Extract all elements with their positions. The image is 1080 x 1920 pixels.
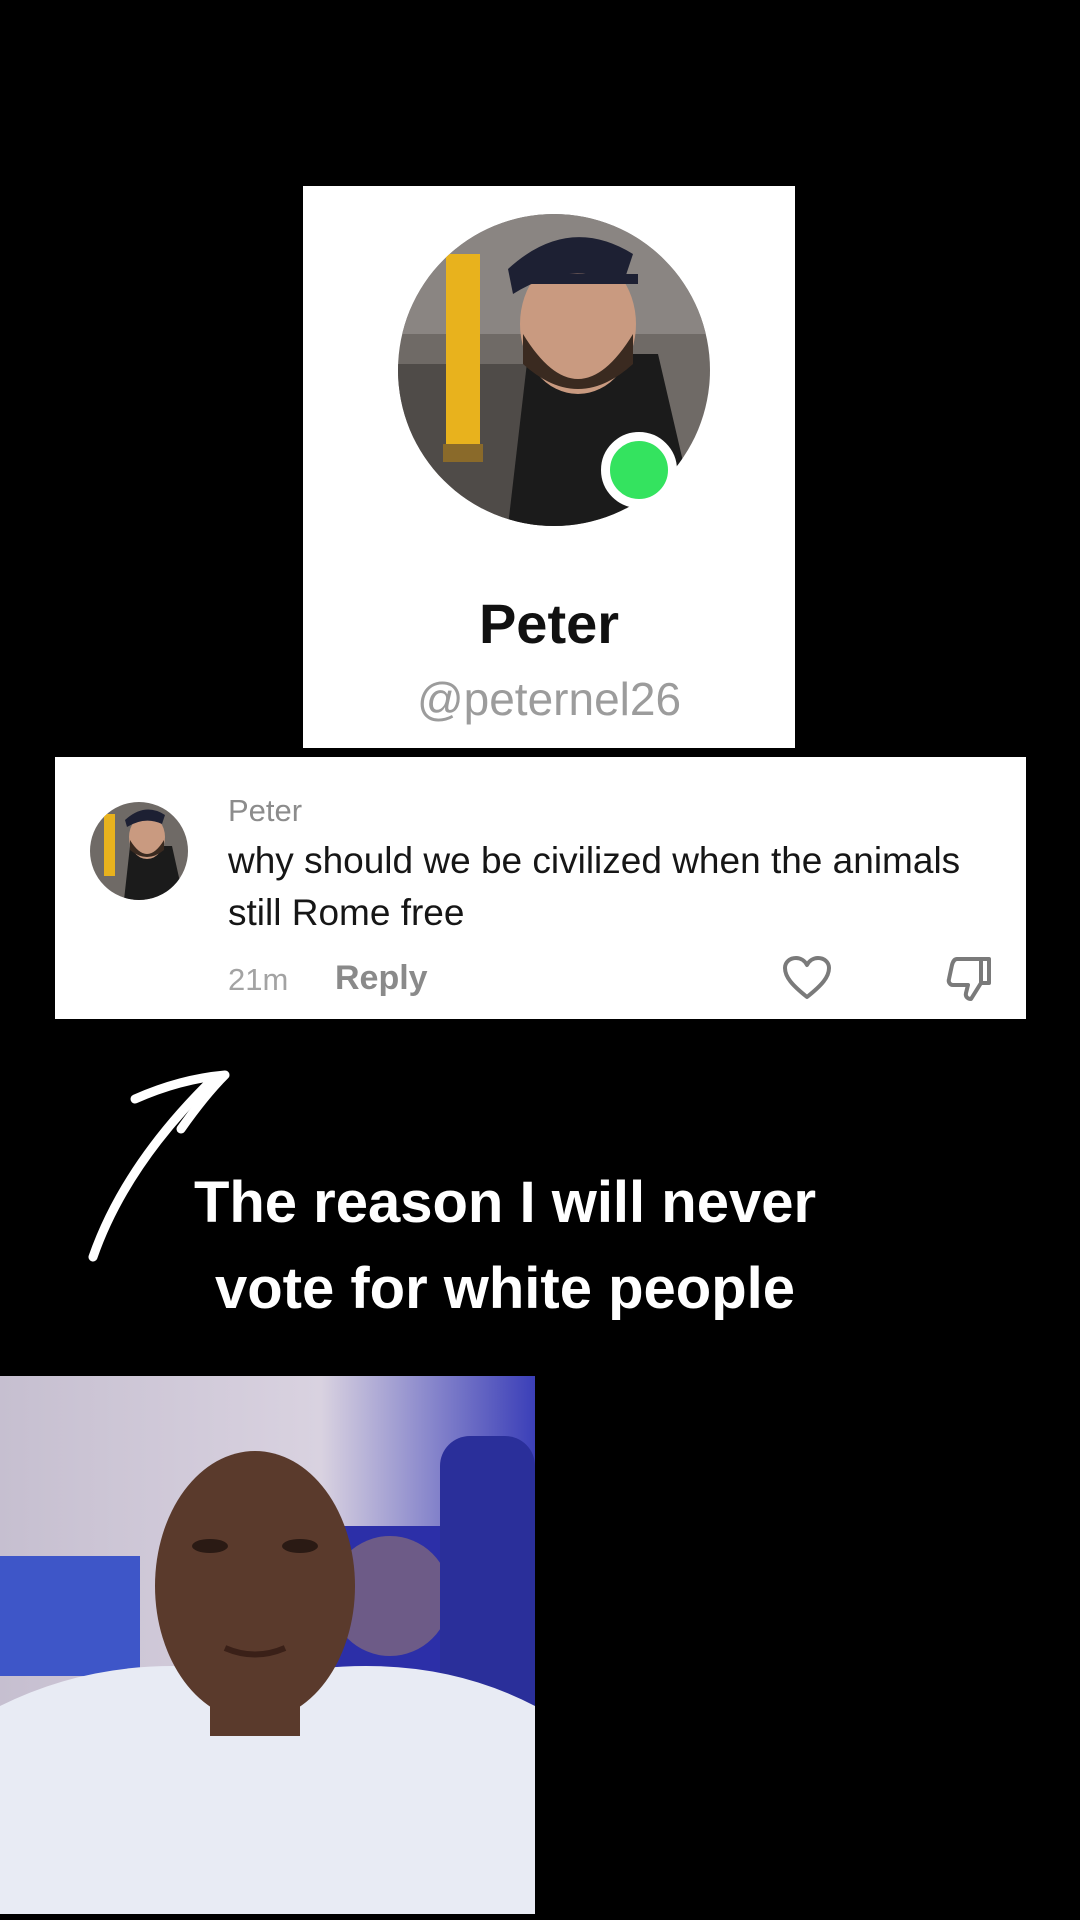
comment-author[interactable]: Peter bbox=[228, 793, 302, 829]
profile-name: Peter bbox=[478, 592, 620, 655]
reply-button[interactable]: Reply bbox=[335, 959, 428, 998]
comment-card: Peter why should we be civilized when th… bbox=[55, 757, 1026, 1019]
selfie-video-inset[interactable] bbox=[0, 1376, 535, 1914]
profile-handle: @peternel26 bbox=[416, 673, 682, 725]
thumbs-down-icon[interactable] bbox=[943, 953, 993, 1003]
comment-avatar[interactable] bbox=[90, 802, 188, 900]
heart-icon[interactable] bbox=[782, 955, 832, 1001]
comment-text: why should we be civilized when the anim… bbox=[228, 840, 961, 933]
profile-card: Peter @peternel26 bbox=[303, 186, 795, 748]
online-status-dot bbox=[601, 432, 677, 508]
comment-timestamp: 21m bbox=[228, 962, 289, 997]
caption-text: The reason I will never vote for white p… bbox=[193, 1170, 817, 1321]
